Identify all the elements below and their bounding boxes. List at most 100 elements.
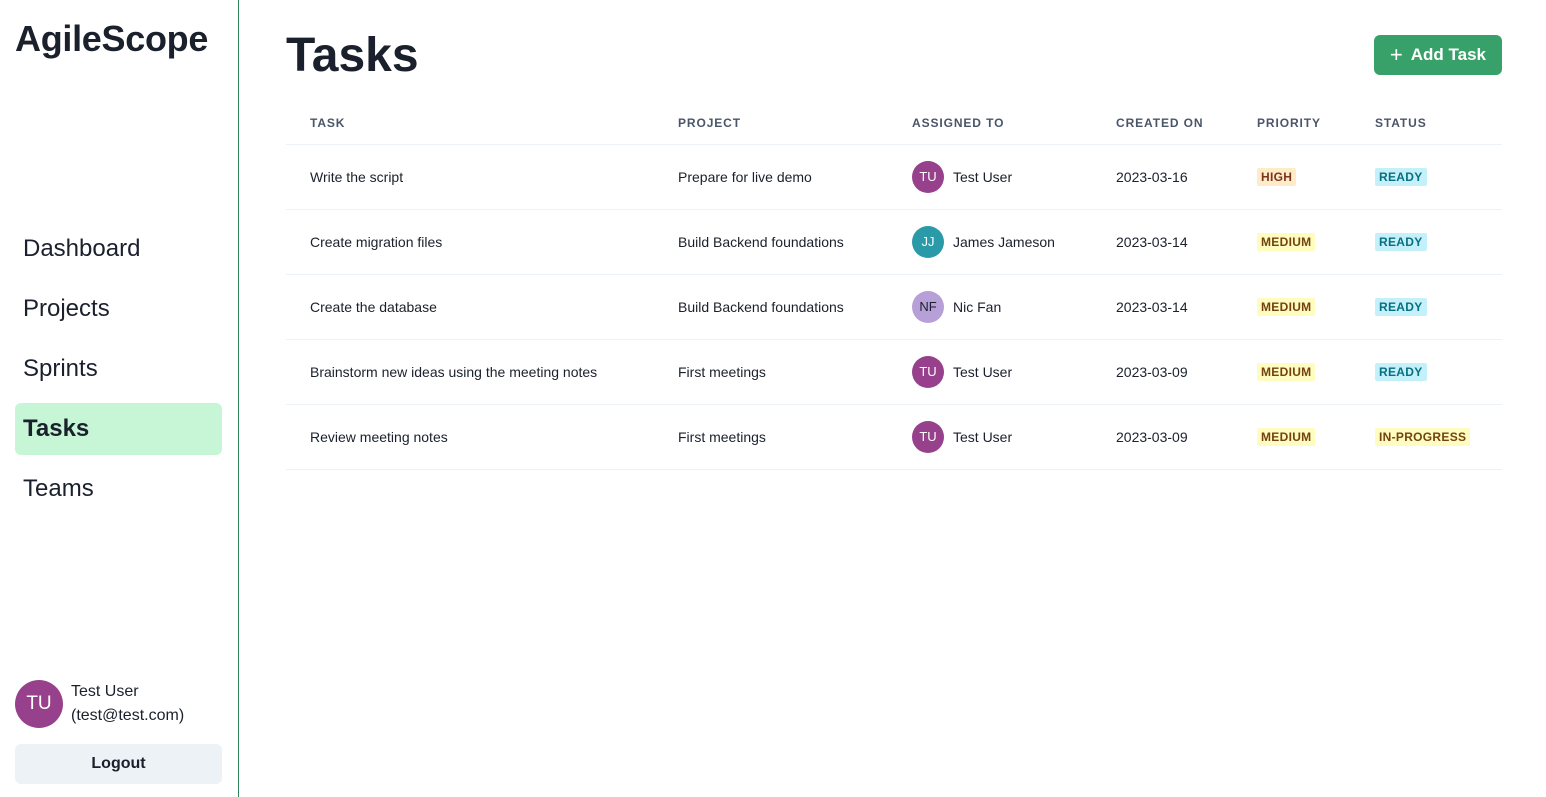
column-header-assigned-to: ASSIGNED TO xyxy=(888,103,1092,145)
column-header-project: PROJECT xyxy=(654,103,888,145)
task-name-cell[interactable]: Brainstorm new ideas using the meeting n… xyxy=(286,339,654,405)
created-on-cell: 2023-03-14 xyxy=(1092,274,1233,340)
user-email: (test@test.com) xyxy=(71,707,185,724)
created-on-cell: 2023-03-14 xyxy=(1092,209,1233,275)
created-on-cell: 2023-03-09 xyxy=(1092,404,1233,470)
assignee: NF Nic Fan xyxy=(912,290,1092,323)
avatar: TU xyxy=(912,420,944,453)
sidebar-item-tasks[interactable]: Tasks xyxy=(15,403,222,455)
sidebar-item-sprints[interactable]: Sprints xyxy=(15,343,222,395)
priority-cell: MEDIUM xyxy=(1233,404,1351,470)
app-root: AgileScope Dashboard Projects Sprints Ta… xyxy=(0,0,1546,797)
project-cell: Build Backend foundations xyxy=(654,209,888,275)
created-date: 2023-03-16 xyxy=(1116,168,1188,185)
priority-badge: MEDIUM xyxy=(1257,362,1316,381)
table-row[interactable]: Create migration files Build Backend foun… xyxy=(286,209,1502,275)
user-profile: TU Test User (test@test.com) xyxy=(15,680,184,728)
sidebar: AgileScope Dashboard Projects Sprints Ta… xyxy=(0,0,239,797)
assignee: TU Test User xyxy=(912,420,1092,453)
table-row[interactable]: Review meeting notes First meetings TU Test… xyxy=(286,404,1502,470)
priority-badge: MEDIUM xyxy=(1257,297,1316,316)
sidebar-nav: Dashboard Projects Sprints Tasks Teams xyxy=(15,223,222,523)
assignee: TU Test User xyxy=(912,160,1092,193)
add-task-button[interactable]: + Add Task xyxy=(1373,35,1502,75)
table-row[interactable]: Create the database Build Backend foundat… xyxy=(286,274,1502,340)
table-row[interactable]: Write the script Prepare for live demo TU T… xyxy=(286,144,1502,210)
assignee-cell: TU Test User xyxy=(888,339,1092,405)
priority-cell: MEDIUM xyxy=(1233,209,1351,275)
priority-badge: MEDIUM xyxy=(1257,232,1316,251)
priority-badge: MEDIUM xyxy=(1257,427,1316,446)
page-title: Tasks xyxy=(286,29,419,82)
status-cell: READY xyxy=(1351,209,1502,275)
project-name: Prepare for live demo xyxy=(678,168,812,185)
status-cell: READY xyxy=(1351,274,1502,340)
assignee-cell: NF Nic Fan xyxy=(888,274,1092,340)
task-name-cell[interactable]: Create migration files xyxy=(286,209,654,275)
table-header-row: TASK PROJECT ASSIGNED TO CREATED ON PRIO… xyxy=(286,103,1502,145)
column-header-created-on: CREATED ON xyxy=(1092,103,1233,145)
project-name: First meetings xyxy=(678,363,766,380)
sidebar-item-teams[interactable]: Teams xyxy=(15,463,222,515)
status-cell: IN-PROGRESS xyxy=(1351,404,1502,470)
task-name[interactable]: Review meeting notes xyxy=(310,429,448,445)
user-info: Test User (test@test.com) xyxy=(71,680,184,728)
table-row[interactable]: Brainstorm new ideas using the meeting n… xyxy=(286,339,1502,405)
plus-icon: + xyxy=(1389,42,1403,67)
priority-badge: HIGH xyxy=(1257,167,1297,186)
project-cell: Prepare for live demo xyxy=(654,144,888,210)
project-cell: First meetings xyxy=(654,339,888,405)
project-cell: First meetings xyxy=(654,404,888,470)
tasks-table-body: Write the script Prepare for live demo TU T… xyxy=(286,144,1502,470)
task-name[interactable]: Create the database xyxy=(310,299,437,315)
avatar: NF xyxy=(912,290,944,323)
sidebar-item-projects[interactable]: Projects xyxy=(15,283,222,335)
assignee-cell: TU Test User xyxy=(888,144,1092,210)
column-header-status: STATUS xyxy=(1351,103,1502,145)
task-name-cell[interactable]: Write the script xyxy=(286,144,654,210)
assignee-name: Test User xyxy=(953,168,1013,185)
main-content: Tasks + Add Task TASK PROJECT ASSIGNED T… xyxy=(239,0,1546,797)
tasks-table: TASK PROJECT ASSIGNED TO CREATED ON PRIO… xyxy=(286,103,1502,470)
project-name: First meetings xyxy=(678,428,766,445)
task-name-cell[interactable]: Create the database xyxy=(286,274,654,340)
avatar: TU xyxy=(912,160,944,193)
created-date: 2023-03-09 xyxy=(1116,363,1188,380)
assignee-name: Test User xyxy=(953,363,1013,380)
column-header-priority: PRIORITY xyxy=(1233,103,1351,145)
add-task-label: Add Task xyxy=(1410,45,1486,64)
priority-cell: MEDIUM xyxy=(1233,339,1351,405)
assignee-cell: JJ James Jameson xyxy=(888,209,1092,275)
project-name: Build Backend foundations xyxy=(678,298,844,315)
avatar: JJ xyxy=(912,225,944,258)
status-badge: READY xyxy=(1375,232,1427,251)
status-cell: READY xyxy=(1351,339,1502,405)
assignee-name: Nic Fan xyxy=(953,298,1002,315)
assignee-cell: TU Test User xyxy=(888,404,1092,470)
assignee-name: James Jameson xyxy=(953,233,1055,250)
column-header-task: TASK xyxy=(286,103,654,145)
assignee-name: Test User xyxy=(953,428,1013,445)
task-name[interactable]: Create migration files xyxy=(310,234,442,250)
created-date: 2023-03-14 xyxy=(1116,233,1188,250)
task-name-cell[interactable]: Review meeting notes xyxy=(286,404,654,470)
task-name[interactable]: Write the script xyxy=(310,169,403,185)
avatar: TU xyxy=(15,680,63,728)
priority-cell: MEDIUM xyxy=(1233,274,1351,340)
project-cell: Build Backend foundations xyxy=(654,274,888,340)
project-name: Build Backend foundations xyxy=(678,233,844,250)
user-name: Test User xyxy=(71,683,139,700)
sidebar-item-dashboard[interactable]: Dashboard xyxy=(15,223,222,275)
created-on-cell: 2023-03-09 xyxy=(1092,339,1233,405)
assignee: JJ James Jameson xyxy=(912,225,1092,258)
task-name[interactable]: Brainstorm new ideas using the meeting n… xyxy=(310,364,597,380)
logout-button[interactable]: Logout xyxy=(15,744,222,784)
status-badge: READY xyxy=(1375,297,1427,316)
created-date: 2023-03-09 xyxy=(1116,428,1188,445)
created-on-cell: 2023-03-16 xyxy=(1092,144,1233,210)
status-badge: READY xyxy=(1375,362,1427,381)
created-date: 2023-03-14 xyxy=(1116,298,1188,315)
status-cell: READY xyxy=(1351,144,1502,210)
status-badge: IN-PROGRESS xyxy=(1375,427,1471,446)
brand-logo[interactable]: AgileScope xyxy=(15,18,208,60)
